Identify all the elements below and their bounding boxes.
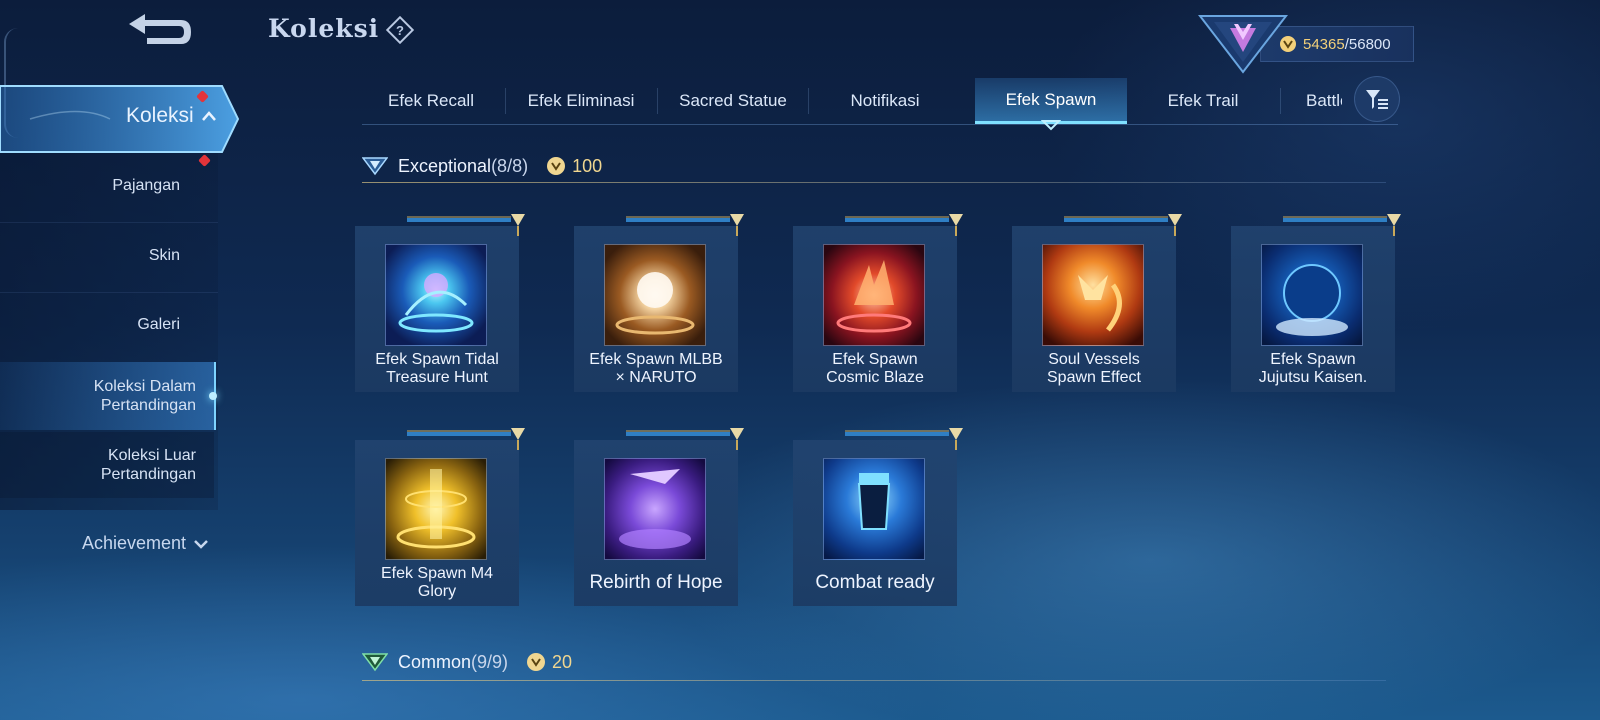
section-count: (9/9) [471,651,509,672]
sidebar-item-label: Achievement [82,533,187,553]
tier-common-icon [362,653,388,672]
card-frame-trim [407,214,525,236]
item-card[interactable]: Efek Spawn M4 Glory [355,428,525,606]
back-button[interactable] [118,8,198,56]
item-label: Rebirth of Hope [589,572,723,593]
tier-exceptional-icon [362,157,388,176]
tab-notifikasi[interactable]: Notifikasi [812,78,958,124]
card-frame-trim [1064,214,1182,236]
item-card[interactable]: Soul Vessels Spawn Effect [1012,214,1182,392]
item-label: Efek Spawn M4 Glory [380,565,494,600]
page-title: Koleksi [268,14,380,43]
tab-battle[interactable]: Battle I [1286,78,1342,124]
sidebar-item-achievement[interactable]: Achievement [82,533,208,554]
sidebar-divider [0,292,218,293]
item-card[interactable]: Efek Spawn MLBB × NARUTO [574,214,744,392]
chevron-down-icon [194,539,208,549]
currency-current: 54365 [1303,35,1345,53]
section-header-exceptional: Exceptional (8/8) 100 [362,148,1386,184]
section-name: Common [398,651,472,672]
sidebar-item-koleksi-luar-pertandingan[interactable]: Koleksi Luar Pertandingan [0,432,214,498]
chevron-up-icon [201,111,216,121]
item-label: Soul Vessels Spawn Effect [1047,351,1141,386]
card-frame-trim [845,428,963,450]
item-thumbnail [823,458,925,560]
item-card[interactable]: Efek Spawn Tidal Treasure Hunt [355,214,525,392]
coin-icon [547,157,566,175]
item-thumbnail [385,244,487,346]
tab-sacred-statue[interactable]: Sacred Statue [660,78,806,124]
section-cost: 100 [572,155,603,176]
section-cost: 20 [552,651,573,672]
back-arrow-icon [129,14,191,44]
item-label: Efek Spawn Tidal Treasure Hunt [375,351,499,386]
card-frame-trim [1283,214,1401,236]
card-frame-trim [626,214,744,236]
tab-efek-eliminasi[interactable]: Efek Eliminasi [508,78,654,124]
sidebar-divider [0,222,218,223]
section-count: (8/8) [491,155,529,176]
help-icon[interactable]: ? [385,15,415,45]
item-card[interactable]: Efek Spawn Cosmic Blaze [793,214,963,392]
currency-max: 56800 [1348,35,1391,53]
item-thumbnail [385,458,487,560]
item-thumbnail [1261,244,1363,346]
sidebar-item-pajangan[interactable]: Pajangan [0,176,200,196]
filter-button[interactable] [1354,76,1400,122]
sidebar-item-skin[interactable]: Skin [0,246,200,266]
item-card[interactable]: Efek Spawn Jujutsu Kaisen. [1231,214,1401,392]
item-label: Efek Spawn Cosmic Blaze [826,351,924,386]
item-thumbnail [1042,244,1144,346]
item-thumbnail [823,244,925,346]
tab-efek-recall[interactable]: Efek Recall [362,78,500,124]
coin-icon [527,653,546,671]
tab-separator [657,88,658,114]
filter-icon [1366,90,1388,109]
section-name: Exceptional [398,155,492,176]
item-card[interactable]: Combat ready [793,428,963,606]
item-card[interactable]: Rebirth of Hope [574,428,744,606]
tab-separator [1280,88,1281,114]
sidebar-item-koleksi[interactable]: Koleksi [126,104,216,128]
card-frame-trim [407,428,525,450]
tab-efek-trail[interactable]: Efek Trail [1130,78,1276,124]
tab-separator [505,88,506,114]
sidebar-item-koleksi-dalam-pertandingan[interactable]: Koleksi Dalam Pertandingan [0,362,216,430]
card-frame-trim [626,428,744,450]
active-tab-pointer-icon [1040,118,1062,136]
section-divider [362,680,1386,681]
section-divider [362,182,1386,183]
item-label: Efek Spawn Jujutsu Kaisen. [1258,351,1368,386]
item-label: Efek Spawn MLBB × NARUTO [589,351,723,386]
rank-emblem-icon [1197,2,1289,74]
svg-text:?: ? [396,23,404,38]
sidebar-item-label: Koleksi [126,104,194,127]
selection-indicator [209,392,217,400]
sidebar-item-galeri[interactable]: Galeri [0,315,200,335]
tab-separator [808,88,809,114]
section-header-common: Common (9/9) 20 [362,644,1386,680]
item-thumbnail [604,458,706,560]
item-thumbnail [604,244,706,346]
item-label: Combat ready [815,572,935,593]
card-frame-trim [845,214,963,236]
